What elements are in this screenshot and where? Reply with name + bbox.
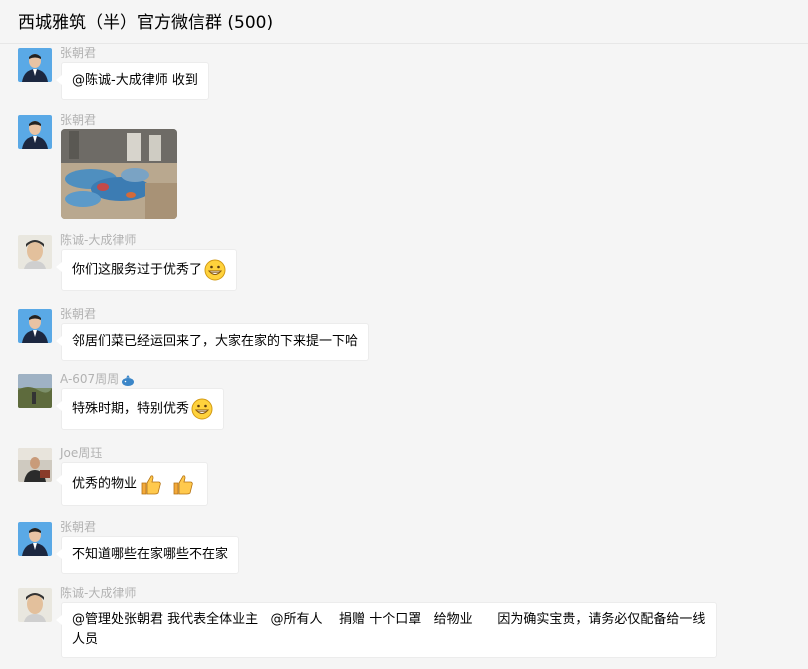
message-text: 特殊时期，特别优秀: [72, 401, 190, 417]
image-message[interactable]: [61, 129, 177, 219]
sender-name: A-607周周: [60, 370, 135, 387]
sender-name: Joe周珏: [60, 446, 103, 460]
avatar[interactable]: [18, 588, 52, 622]
message-bubble[interactable]: 特殊时期，特别优秀: [55, 388, 225, 430]
message-text: @管理处张朝君 我代表全体业主 @所有人 捐赠 十个口罩 给物业 因为确实宝贵，…: [72, 612, 706, 647]
message-bubble[interactable]: @陈诚-大成律师 收到: [56, 62, 209, 100]
message-text: 邻居们菜已经运回来了，大家在家的下来提一下哈: [72, 334, 359, 349]
avatar[interactable]: [18, 48, 52, 82]
sender-name: 张朝君: [60, 307, 97, 321]
grin-emoji-icon: [204, 259, 226, 281]
avatar[interactable]: [18, 309, 52, 343]
sender-name: 张朝君: [60, 113, 97, 127]
message-text: @陈诚-大成律师 收到: [72, 73, 198, 88]
message-bubble[interactable]: 你们这服务过于优秀了: [55, 249, 238, 291]
message-bubble[interactable]: 邻居们菜已经运回来了，大家在家的下来提一下哈: [55, 323, 370, 361]
avatar[interactable]: [18, 374, 52, 408]
sender-name: 张朝君: [60, 46, 97, 60]
message-bubble[interactable]: 不知道哪些在家哪些不在家: [55, 536, 240, 574]
avatar[interactable]: [18, 448, 52, 482]
message-bubble[interactable]: 优秀的物业: [55, 462, 209, 506]
grin-emoji-icon: [191, 398, 213, 420]
thumbs-up-emoji-icon: [171, 472, 195, 496]
message-text: 你们这服务过于优秀了: [72, 262, 203, 278]
avatar[interactable]: [18, 115, 52, 149]
avatar[interactable]: [18, 522, 52, 556]
thumbs-up-emoji-icon: [139, 472, 163, 496]
sender-name: 张朝君: [60, 520, 97, 534]
chat-title: 西城雅筑（半）官方微信群 (500): [18, 13, 274, 33]
sender-name: 陈诚-大成律师: [60, 233, 137, 247]
sender-name: 陈诚-大成律师: [60, 586, 137, 600]
whale-icon: [121, 373, 135, 387]
message-text: 优秀的物业: [72, 476, 138, 492]
message-text: 不知道哪些在家哪些不在家: [72, 547, 229, 562]
chat-header: 西城雅筑（半）官方微信群 (500): [0, 0, 808, 44]
message-bubble[interactable]: @管理处张朝君 我代表全体业主 @所有人 捐赠 十个口罩 给物业 因为确实宝贵，…: [56, 602, 717, 658]
avatar[interactable]: [18, 235, 52, 269]
